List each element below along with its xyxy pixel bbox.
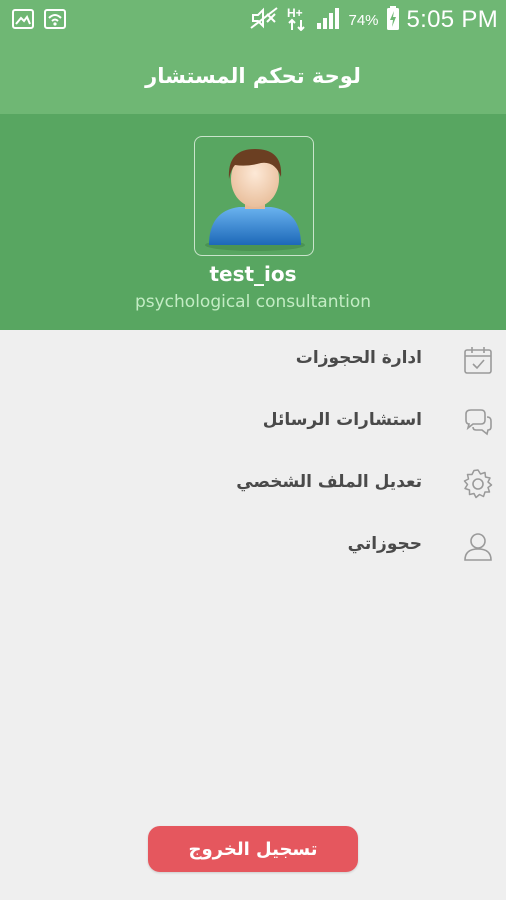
- svg-text:H+: H+: [287, 6, 303, 20]
- menu-item-label: حجوزاتي: [347, 534, 422, 554]
- battery-charging-icon: [386, 5, 400, 35]
- person-icon: [462, 530, 494, 562]
- profile-specialty: psychological consultantion: [134, 292, 372, 312]
- profile-header: test_ios psychological consultantion: [0, 114, 506, 330]
- mute-icon: [249, 6, 279, 34]
- wifi-icon: [44, 9, 66, 29]
- menu-item-message-consultations[interactable]: استشارات الرسائل: [0, 392, 506, 454]
- network-h-plus-icon: H+: [286, 5, 308, 35]
- chat-bubbles-icon: [462, 406, 494, 438]
- battery-percent: 74%: [348, 11, 379, 29]
- calendar-check-icon: [462, 344, 494, 376]
- menu-item-manage-bookings[interactable]: ادارة الحجوزات: [0, 330, 506, 392]
- page-title: لوحة تحكم المستشار: [145, 64, 361, 88]
- menu-item-my-bookings[interactable]: حجوزاتي: [0, 516, 506, 578]
- status-time: 5:05 PM: [406, 6, 498, 33]
- logout-button[interactable]: تسجيل الخروج: [148, 826, 358, 872]
- logout-label: تسجيل الخروج: [188, 838, 318, 860]
- menu-item-label: ادارة الحجوزات: [295, 348, 422, 368]
- profile-username: test_ios: [209, 262, 297, 286]
- gallery-icon: [12, 9, 34, 29]
- menu-item-edit-profile[interactable]: تعديل الملف الشخصي: [0, 454, 506, 516]
- menu-item-label: استشارات الرسائل: [262, 410, 422, 430]
- user-avatar-icon: [195, 137, 313, 255]
- status-bar: H+ 74% 5:05 PM: [0, 0, 506, 38]
- signal-icon: [315, 6, 341, 34]
- gear-icon: [462, 468, 494, 500]
- avatar[interactable]: [194, 136, 314, 256]
- app-bar: لوحة تحكم المستشار: [0, 38, 506, 114]
- menu-item-label: تعديل الملف الشخصي: [236, 472, 422, 492]
